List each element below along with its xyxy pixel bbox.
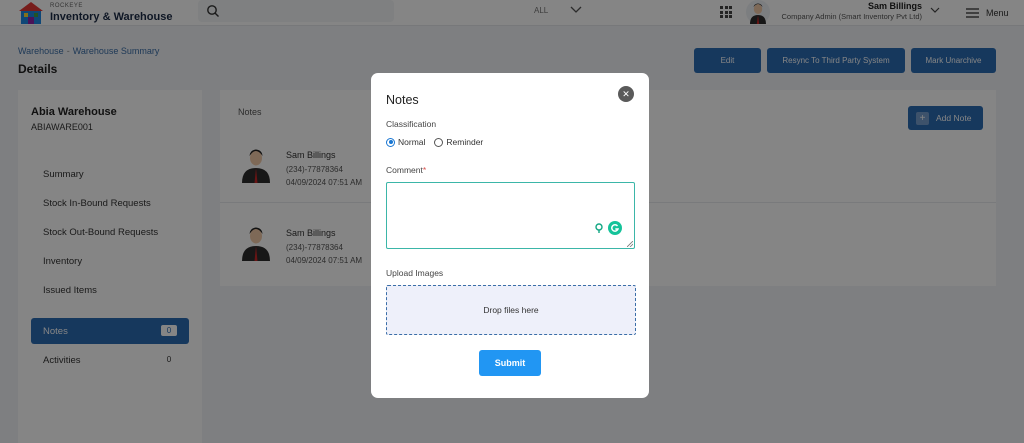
modal-title: Notes (386, 93, 419, 107)
notes-modal: Notes ✕ Classification Normal Reminder C… (371, 73, 649, 398)
upload-images-label: Upload Images (386, 268, 444, 278)
classification-radio-group: Normal Reminder (386, 137, 492, 147)
radio-normal-indicator[interactable] (386, 137, 395, 147)
radio-normal-label: Normal (398, 137, 426, 147)
comment-textarea[interactable] (386, 182, 635, 249)
required-marker: * (422, 165, 427, 175)
close-icon[interactable]: ✕ (618, 86, 634, 102)
grammarly-icon[interactable] (608, 221, 622, 235)
radio-reminder-label: Reminder (446, 137, 484, 147)
submit-button[interactable]: Submit (479, 350, 541, 376)
image-dropzone[interactable]: Drop files here (386, 285, 636, 335)
comment-label-text: Comment (386, 165, 423, 175)
dropzone-text: Drop files here (483, 305, 539, 315)
radio-reminder-indicator[interactable] (434, 137, 444, 147)
resize-handle-icon[interactable] (627, 241, 633, 247)
comment-label: Comment* (386, 165, 426, 175)
radio-normal[interactable]: Normal (386, 137, 425, 147)
radio-reminder[interactable]: Reminder (434, 137, 483, 147)
classification-label: Classification (386, 119, 437, 129)
lightbulb-icon[interactable] (592, 221, 606, 235)
